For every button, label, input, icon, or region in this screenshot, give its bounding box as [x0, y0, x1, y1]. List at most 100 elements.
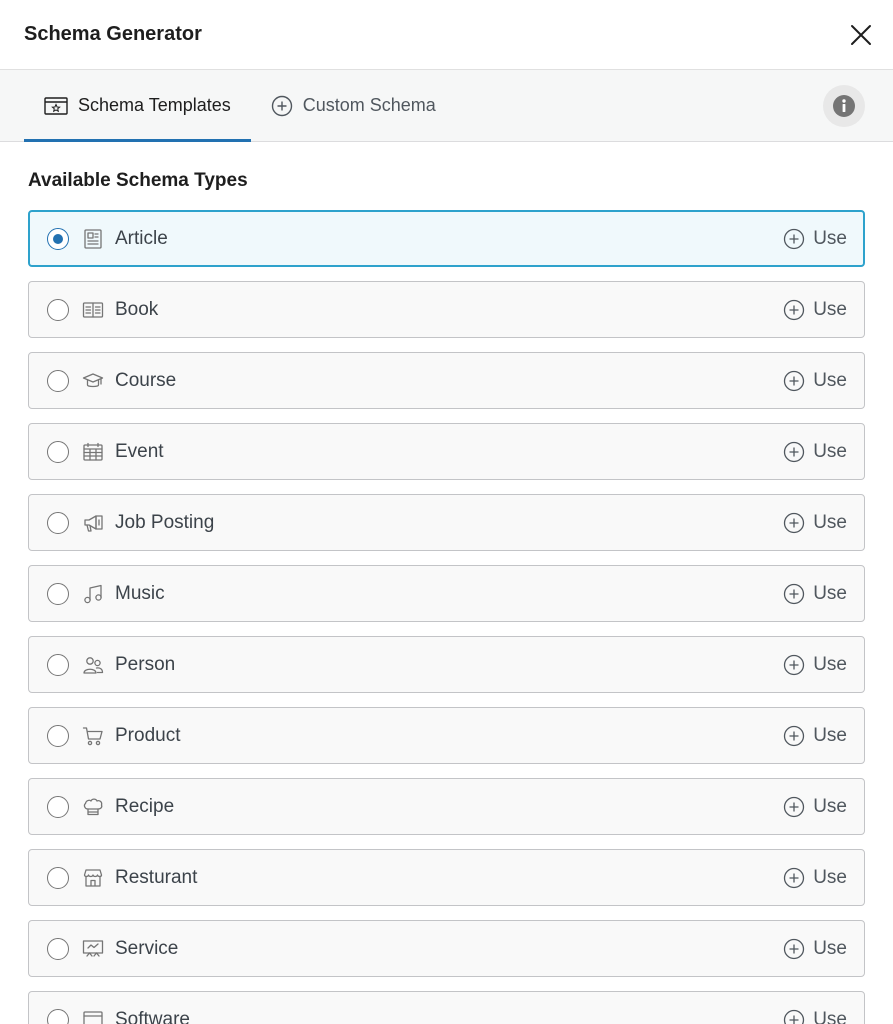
plus-circle-icon [784, 1009, 805, 1024]
radio-button[interactable] [47, 653, 69, 676]
schema-type-article[interactable]: Article Use [28, 210, 865, 267]
schema-type-label: Service [115, 937, 179, 959]
radio-button[interactable] [47, 724, 69, 747]
schema-type-label: Person [115, 653, 176, 675]
article-icon [81, 227, 105, 251]
use-label: Use [813, 866, 847, 888]
schema-type-label: Course [115, 369, 177, 391]
megaphone-icon [81, 511, 105, 535]
use-button[interactable]: Use [783, 441, 847, 463]
use-button[interactable]: Use [783, 725, 847, 747]
radio-button[interactable] [47, 511, 69, 534]
schema-type-label: Article [115, 227, 168, 249]
schema-type-label: Product [115, 724, 181, 746]
use-button[interactable]: Use [783, 1009, 847, 1024]
schema-type-service[interactable]: Service Use [28, 920, 865, 977]
radio-button[interactable] [47, 937, 69, 960]
schema-type-music[interactable]: Music Use [28, 565, 865, 622]
plus-circle-icon [784, 370, 805, 391]
plus-circle-icon [784, 796, 805, 817]
plus-circle-icon [784, 654, 805, 675]
modal-title: Schema Generator [24, 23, 202, 45]
store-icon [81, 866, 105, 890]
close-icon [851, 24, 871, 45]
schema-type-label: Software [115, 1008, 190, 1024]
schema-type-label: Event [115, 440, 164, 462]
use-label: Use [813, 440, 847, 462]
use-button[interactable]: Use [783, 512, 847, 534]
plus-circle-icon [784, 441, 805, 462]
use-label: Use [813, 227, 847, 249]
schema-generator-modal: Schema Generator Schema Templates Custom… [0, 0, 893, 1024]
use-button[interactable]: Use [783, 583, 847, 605]
use-label: Use [813, 511, 847, 533]
radio-button[interactable] [47, 227, 69, 250]
graduation-cap-icon [81, 369, 105, 393]
music-note-icon [81, 582, 105, 606]
schema-type-event[interactable]: Event Use [28, 423, 865, 480]
plus-circle-icon [784, 725, 805, 746]
info-icon [833, 94, 855, 117]
presentation-icon [81, 937, 105, 961]
schema-type-label: Resturant [115, 866, 198, 888]
plus-circle-icon [784, 228, 805, 249]
radio-button[interactable] [47, 582, 69, 605]
use-button[interactable]: Use [783, 370, 847, 392]
plus-circle-icon [784, 299, 805, 320]
schema-type-software[interactable]: Software Use [28, 991, 865, 1024]
use-label: Use [813, 298, 847, 320]
window-icon [81, 1008, 105, 1024]
schema-type-label: Job Posting [115, 511, 215, 533]
cart-icon [81, 724, 105, 748]
info-button[interactable] [823, 84, 865, 127]
schema-type-book[interactable]: Book Use [28, 281, 865, 338]
use-label: Use [813, 795, 847, 817]
schema-type-list: Article Use Book Use Course Use Event Us… [28, 210, 865, 1024]
people-icon [81, 653, 105, 677]
schema-type-resturant[interactable]: Resturant Use [28, 849, 865, 906]
schema-type-label: Book [115, 298, 159, 320]
use-button[interactable]: Use [783, 299, 847, 321]
use-button[interactable]: Use [783, 867, 847, 889]
use-button[interactable]: Use [783, 654, 847, 676]
use-label: Use [813, 582, 847, 604]
tab-label: Schema Templates [78, 95, 231, 115]
plus-circle-icon [271, 95, 293, 117]
use-label: Use [813, 724, 847, 746]
template-icon [44, 96, 68, 116]
schema-type-person[interactable]: Person Use [28, 636, 865, 693]
schema-type-label: Recipe [115, 795, 175, 817]
section-title: Available Schema Types [28, 170, 248, 191]
content-area: Available Schema Types Article Use Book … [0, 142, 893, 1024]
plus-circle-icon [784, 583, 805, 604]
schema-type-course[interactable]: Course Use [28, 352, 865, 409]
tab-schema-templates[interactable]: Schema Templates [24, 70, 251, 142]
radio-button[interactable] [47, 440, 69, 463]
modal-header: Schema Generator [0, 0, 893, 70]
radio-button[interactable] [47, 866, 69, 889]
book-icon [81, 298, 105, 322]
plus-circle-icon [784, 938, 805, 959]
plus-circle-icon [784, 867, 805, 888]
use-label: Use [813, 369, 847, 391]
use-button[interactable]: Use [783, 938, 847, 960]
tab-bar: Schema Templates Custom Schema [0, 70, 893, 142]
radio-button[interactable] [47, 369, 69, 392]
use-label: Use [813, 937, 847, 959]
use-label: Use [813, 653, 847, 675]
use-label: Use [813, 1008, 847, 1024]
schema-type-recipe[interactable]: Recipe Use [28, 778, 865, 835]
schema-type-label: Music [115, 582, 165, 604]
radio-button[interactable] [47, 795, 69, 818]
calendar-icon [81, 440, 105, 464]
schema-type-product[interactable]: Product Use [28, 707, 865, 764]
tab-label: Custom Schema [302, 95, 436, 115]
tab-custom-schema[interactable]: Custom Schema [251, 70, 456, 141]
radio-button[interactable] [47, 1008, 69, 1024]
schema-type-job-posting[interactable]: Job Posting Use [28, 494, 865, 551]
close-button[interactable] [843, 17, 879, 53]
plus-circle-icon [784, 512, 805, 533]
use-button[interactable]: Use [783, 796, 847, 818]
radio-button[interactable] [47, 298, 69, 321]
use-button[interactable]: Use [783, 228, 847, 250]
